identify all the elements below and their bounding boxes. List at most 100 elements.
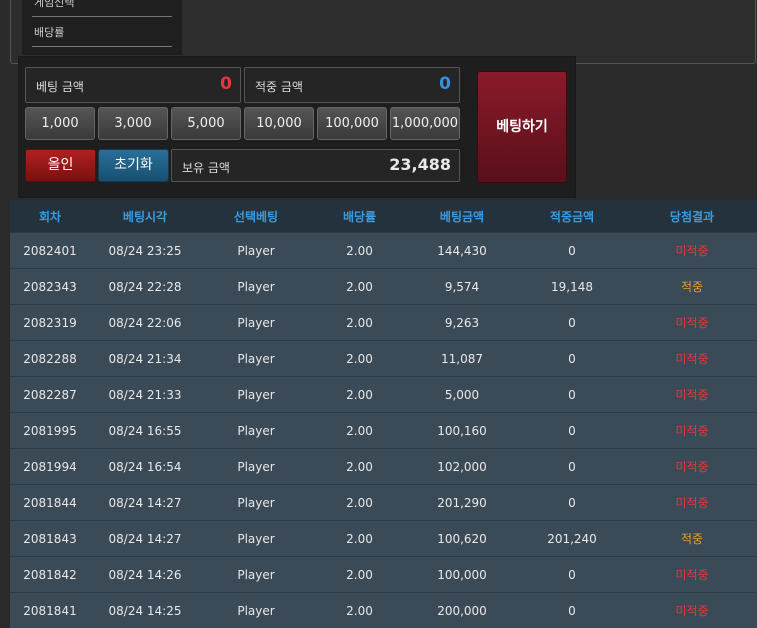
bet-amount-cell: 144,430 <box>407 233 517 269</box>
table-row: 208199508/24 16:55Player2.00100,1600미적중 <box>10 413 757 449</box>
win-amount-cell: 0 <box>517 449 627 485</box>
selection-cell: Player <box>200 485 312 521</box>
menu-item-game-select[interactable]: 게임선택 <box>32 0 172 17</box>
win-amount-cell: 0 <box>517 485 627 521</box>
table-header-row: 회차 베팅시각 선택베팅 배당률 베팅금액 적중금액 당첨결과 <box>10 200 757 233</box>
win-amount-cell: 0 <box>517 305 627 341</box>
odds-cell: 2.00 <box>312 557 407 593</box>
chip-button-1000000[interactable]: 1,000,000 <box>390 107 460 140</box>
round-cell: 2082319 <box>10 305 90 341</box>
column-header-bet-time: 베팅시각 <box>90 200 200 233</box>
chip-button-5000[interactable]: 5,000 <box>171 107 241 140</box>
all-in-button[interactable]: 올인 <box>25 149 96 182</box>
bet-amount-cell: 201,290 <box>407 485 517 521</box>
menu-item-odds[interactable]: 배당률 <box>32 18 172 47</box>
bet-amount-cell: 11,087 <box>407 341 517 377</box>
odds-cell: 2.00 <box>312 485 407 521</box>
odds-cell: 2.00 <box>312 341 407 377</box>
table-row: 208184408/24 14:27Player2.00201,2900미적중 <box>10 485 757 521</box>
bet-time-cell: 08/24 22:28 <box>90 269 200 305</box>
odds-cell: 2.00 <box>312 233 407 269</box>
result-cell: 미적중 <box>627 305 757 341</box>
bet-time-cell: 08/24 21:34 <box>90 341 200 377</box>
selection-cell: Player <box>200 269 312 305</box>
round-cell: 2081994 <box>10 449 90 485</box>
chip-button-10000[interactable]: 10,000 <box>244 107 314 140</box>
round-cell: 2081995 <box>10 413 90 449</box>
win-amount-cell: 0 <box>517 341 627 377</box>
chip-button-100000[interactable]: 100,000 <box>317 107 387 140</box>
bet-time-cell: 08/24 16:54 <box>90 449 200 485</box>
odds-cell: 2.00 <box>312 449 407 485</box>
win-amount-value: 0 <box>439 74 451 94</box>
bet-time-cell: 08/24 21:33 <box>90 377 200 413</box>
selection-cell: Player <box>200 233 312 269</box>
column-header-bet-amount: 베팅금액 <box>407 200 517 233</box>
bet-amount-cell: 5,000 <box>407 377 517 413</box>
result-cell: 적중 <box>627 521 757 557</box>
round-cell: 2082288 <box>10 341 90 377</box>
selection-cell: Player <box>200 413 312 449</box>
chip-button-1000[interactable]: 1,000 <box>25 107 95 140</box>
bet-time-cell: 08/24 16:55 <box>90 413 200 449</box>
selection-cell: Player <box>200 377 312 413</box>
table-row: 208228708/24 21:33Player2.005,0000미적중 <box>10 377 757 413</box>
result-cell: 미적중 <box>627 485 757 521</box>
result-cell: 미적중 <box>627 341 757 377</box>
selection-cell: Player <box>200 557 312 593</box>
result-cell: 미적중 <box>627 233 757 269</box>
bet-amount-cell: 9,263 <box>407 305 517 341</box>
result-cell: 미적중 <box>627 413 757 449</box>
result-cell: 적중 <box>627 269 757 305</box>
bet-amount-cell: 100,620 <box>407 521 517 557</box>
game-menu: 게임선택 배당률 <box>22 0 182 55</box>
odds-cell: 2.00 <box>312 377 407 413</box>
round-cell: 2082287 <box>10 377 90 413</box>
bet-panel: 베팅 금액 0 적중 금액 0 1,000 3,000 5,000 10,000… <box>18 56 576 198</box>
win-amount-cell: 19,148 <box>517 269 627 305</box>
win-amount-label: 적중 금액 <box>255 78 303 95</box>
bet-time-cell: 08/24 22:06 <box>90 305 200 341</box>
bet-amount-cell: 102,000 <box>407 449 517 485</box>
column-header-result: 당첨결과 <box>627 200 757 233</box>
bet-amount-label: 베팅 금액 <box>36 78 84 95</box>
table-row: 208184308/24 14:27Player2.00100,620201,2… <box>10 521 757 557</box>
chip-button-3000[interactable]: 3,000 <box>98 107 168 140</box>
round-cell: 2081842 <box>10 557 90 593</box>
place-bet-button[interactable]: 베팅하기 <box>477 71 567 183</box>
round-cell: 2082401 <box>10 233 90 269</box>
table-row: 208184208/24 14:26Player2.00100,0000미적중 <box>10 557 757 593</box>
result-cell: 미적중 <box>627 449 757 485</box>
round-cell: 2082343 <box>10 269 90 305</box>
round-cell: 2081843 <box>10 521 90 557</box>
result-cell: 미적중 <box>627 377 757 413</box>
bet-amount-cell: 100,000 <box>407 557 517 593</box>
odds-cell: 2.00 <box>312 269 407 305</box>
win-amount-cell: 0 <box>517 557 627 593</box>
selection-cell: Player <box>200 305 312 341</box>
balance-value: 23,488 <box>389 155 451 174</box>
balance-field: 보유 금액 23,488 <box>171 149 460 182</box>
win-amount-cell: 0 <box>517 233 627 269</box>
column-header-round: 회차 <box>10 200 90 233</box>
reset-button[interactable]: 초기화 <box>98 149 169 182</box>
bet-amount-value: 0 <box>220 74 232 94</box>
odds-cell: 2.00 <box>312 521 407 557</box>
column-header-win-amount: 적중금액 <box>517 200 627 233</box>
selection-cell: Player <box>200 521 312 557</box>
bet-time-cell: 08/24 14:26 <box>90 557 200 593</box>
win-amount-cell: 0 <box>517 413 627 449</box>
top-area: 게임선택 배당률 베팅 금액 0 적중 금액 0 1,000 3,000 5,0… <box>0 0 757 200</box>
bet-time-cell: 08/24 14:27 <box>90 521 200 557</box>
win-amount-cell: 0 <box>517 377 627 413</box>
bet-amount-cell: 100,160 <box>407 413 517 449</box>
bet-time-cell: 08/24 23:25 <box>90 233 200 269</box>
bet-history-table: 회차 베팅시각 선택베팅 배당률 베팅금액 적중금액 당첨결과 20824010… <box>10 200 757 628</box>
odds-cell: 2.00 <box>312 305 407 341</box>
table-row: 208231908/24 22:06Player2.009,2630미적중 <box>10 305 757 341</box>
result-cell: 미적중 <box>627 557 757 593</box>
table-body: 208240108/24 23:25Player2.00144,4300미적중2… <box>10 233 757 628</box>
win-amount-cell: 201,240 <box>517 521 627 557</box>
table-row: 208228808/24 21:34Player2.0011,0870미적중 <box>10 341 757 377</box>
balance-label: 보유 금액 <box>182 159 230 176</box>
